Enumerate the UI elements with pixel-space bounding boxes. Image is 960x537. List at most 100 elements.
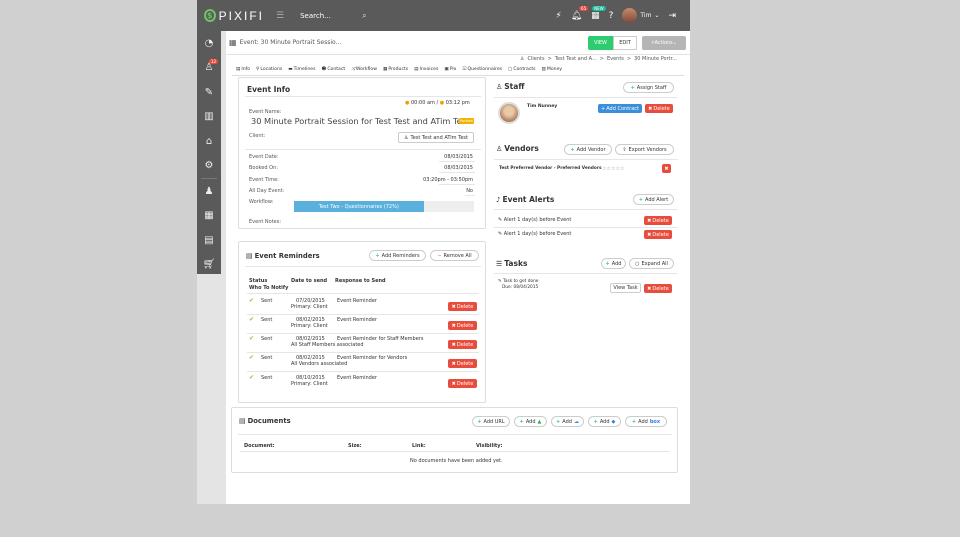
check-icon: ✔: [249, 354, 255, 361]
sidebar-item-clients[interactable]: ♙ 12: [197, 56, 221, 81]
menu-icon[interactable]: ☰: [276, 11, 284, 21]
tab-info[interactable]: ▤ Info: [236, 66, 250, 72]
tab-contact[interactable]: ☻ Contact: [322, 66, 346, 72]
client-label: Client:: [249, 133, 266, 139]
sidebar-item-tags[interactable]: ⌂: [197, 129, 221, 154]
calendar-icon: ▦: [229, 38, 237, 47]
add-contract-button[interactable]: + Add Contract: [598, 104, 642, 113]
delete-button[interactable]: ✖ Delete: [448, 321, 477, 330]
tab-invoices[interactable]: ▤ Invoices: [414, 66, 438, 72]
alert-item[interactable]: ✎ Alert 1 day(s) before Event: [498, 217, 571, 223]
panel-header: ☰ Tasks: [496, 259, 527, 268]
view-button[interactable]: VIEW: [588, 36, 613, 50]
vendor-name[interactable]: Test Preferred Vendor - Preferred Vendor…: [499, 166, 602, 171]
tab-money[interactable]: ▥ Money: [542, 66, 563, 72]
edit-button[interactable]: EDIT: [613, 36, 637, 50]
user-menu[interactable]: Tim ⌄: [622, 8, 659, 23]
panel-header: ♙ Staff: [496, 82, 524, 91]
delete-button[interactable]: ✖ Delete: [448, 340, 477, 349]
add-task-label: Add: [611, 260, 622, 267]
check-icon: ✔: [249, 374, 255, 381]
assign-staff-button[interactable]: + Assign Staff: [623, 82, 674, 93]
export-vendors-button[interactable]: ⇪ Export Vendors: [615, 144, 674, 155]
sidebar-item-dashboard[interactable]: ◔: [197, 31, 221, 56]
reminder-who: All Staff Members associated: [291, 342, 364, 348]
client-value: Test Test and ATim Test: [410, 134, 468, 141]
shuffle-icon: ⤨: [351, 67, 355, 72]
tab-products[interactable]: ▦ Products: [383, 66, 408, 72]
delete-button[interactable]: ✖ Delete: [644, 230, 672, 239]
delete-button[interactable]: ✖ Delete: [645, 104, 673, 113]
event-title-field[interactable]: ▦ Event: 30 Minute Portrait Sessio...: [229, 36, 464, 49]
timeline-icon: ▬: [288, 66, 293, 72]
alert-item[interactable]: ✎ Alert 1 day(s) before Event: [498, 231, 571, 237]
sidebar-item-reports[interactable]: ▥: [197, 105, 221, 130]
logo[interactable]: $ PIXIFI: [204, 9, 264, 23]
delete-button[interactable]: ✖ Delete: [644, 284, 672, 293]
sidebar-item-calendar[interactable]: ▦: [197, 204, 221, 229]
sidebar-item-stats[interactable]: ▤: [197, 228, 221, 253]
add-alert-button[interactable]: + Add Alert: [633, 194, 674, 205]
add-label: Add: [638, 418, 648, 425]
staff-name[interactable]: Tim Nunney: [527, 104, 557, 109]
box-icon: box: [649, 418, 661, 425]
add-dropbox-button[interactable]: + Add ◆: [588, 416, 621, 427]
time-separator: /: [436, 100, 439, 106]
event-info-panel: Event Info ● 00:00 am / ● 03:12 pm Event…: [238, 77, 486, 229]
breadcrumb-clients[interactable]: Clients: [527, 56, 544, 62]
event-name[interactable]: 30 Minute Portrait Session for Test Test…: [251, 116, 469, 126]
add-box-button[interactable]: + Add box: [625, 416, 667, 427]
view-task-button[interactable]: View Task: [610, 283, 641, 293]
delete-button[interactable]: ✖ Delete: [448, 379, 477, 388]
sidebar-item-contacts[interactable]: ♟: [197, 179, 221, 204]
tab-timelines[interactable]: ▬ Timelines: [288, 66, 315, 72]
sidebar-item-edit[interactable]: ✎: [197, 80, 221, 105]
add-task-button[interactable]: + Add: [601, 258, 626, 269]
workflow-progress[interactable]: Test Two - Questionnaires (72%): [294, 201, 474, 212]
breadcrumb-client[interactable]: Test Test and A...: [555, 56, 597, 62]
bar-chart-icon: ▥: [204, 111, 214, 123]
remove-all-button[interactable]: − Remove All: [430, 250, 479, 261]
sidebar-item-settings[interactable]: ⚙: [197, 154, 221, 179]
tab-pix[interactable]: ▣ Pix: [444, 66, 456, 72]
tab-workflow[interactable]: ⤨ Workflow: [351, 66, 377, 73]
bolt-icon[interactable]: ⚡: [555, 11, 561, 21]
chevron-down-icon: ⌄: [654, 12, 660, 19]
col-document: Document:: [244, 443, 275, 449]
add-vendor-button[interactable]: + Add Vendor: [564, 144, 612, 155]
reminder-response: Event Reminder: [337, 375, 377, 381]
logout-icon[interactable]: ⇥: [668, 11, 676, 21]
search-icon[interactable]: ⌕: [362, 11, 366, 21]
add-drive-button[interactable]: + Add ▲: [514, 416, 547, 427]
client-button[interactable]: ♙ Test Test and ATim Test: [398, 132, 474, 143]
messages-button[interactable]: ▦ NEW: [591, 5, 606, 21]
tab-contracts[interactable]: ▢ Contracts: [508, 66, 536, 72]
dropbox-icon: ◆: [611, 418, 616, 425]
panel-header: ▤ Documents: [239, 417, 291, 425]
sidebar-item-store[interactable]: 🛒︎: [197, 253, 221, 278]
col-status: Status: [249, 278, 268, 284]
delete-button[interactable]: ✖ Delete: [448, 359, 477, 368]
help-icon[interactable]: ?: [609, 11, 614, 21]
panel-divider: [245, 96, 481, 97]
actions-button[interactable]: ⚡ Actions ⌄: [642, 36, 686, 50]
vendor-delete-button[interactable]: ✖: [662, 164, 671, 173]
tab-questionnaires[interactable]: ☑ Questionnaires: [462, 66, 502, 72]
tab-label: Contracts: [513, 66, 536, 72]
task-item[interactable]: ✎ Task to get done: [498, 279, 538, 284]
checklist-icon: ☑: [462, 66, 467, 72]
breadcrumb-events[interactable]: Events: [607, 56, 624, 62]
expand-all-button[interactable]: ○ Expand All: [629, 258, 674, 269]
search-input[interactable]: Search...: [300, 12, 362, 20]
delete-button[interactable]: ✖ Delete: [448, 302, 477, 311]
vendor-rating[interactable]: ☆☆☆☆☆: [602, 166, 624, 172]
notifications-bell[interactable]: 🔔︎ 65: [571, 5, 589, 21]
assign-staff-label: Assign Staff: [636, 84, 667, 91]
add-onedrive-button[interactable]: + Add ☁: [551, 416, 584, 427]
pixifi-app: $ PIXIFI ☰ Search... ⌕ ⚡ 🔔︎ 65 ▦ NEW ? T…: [197, 0, 690, 504]
add-url-button[interactable]: + Add URL: [472, 416, 510, 427]
staff-panel: ♙ Staff + Assign Staff Tim Nunney + Add C…: [494, 79, 680, 133]
add-reminders-button[interactable]: + Add Reminders: [369, 250, 426, 261]
tab-locations[interactable]: ⚲ Locations: [256, 66, 282, 72]
delete-button[interactable]: ✖ Delete: [644, 216, 672, 225]
